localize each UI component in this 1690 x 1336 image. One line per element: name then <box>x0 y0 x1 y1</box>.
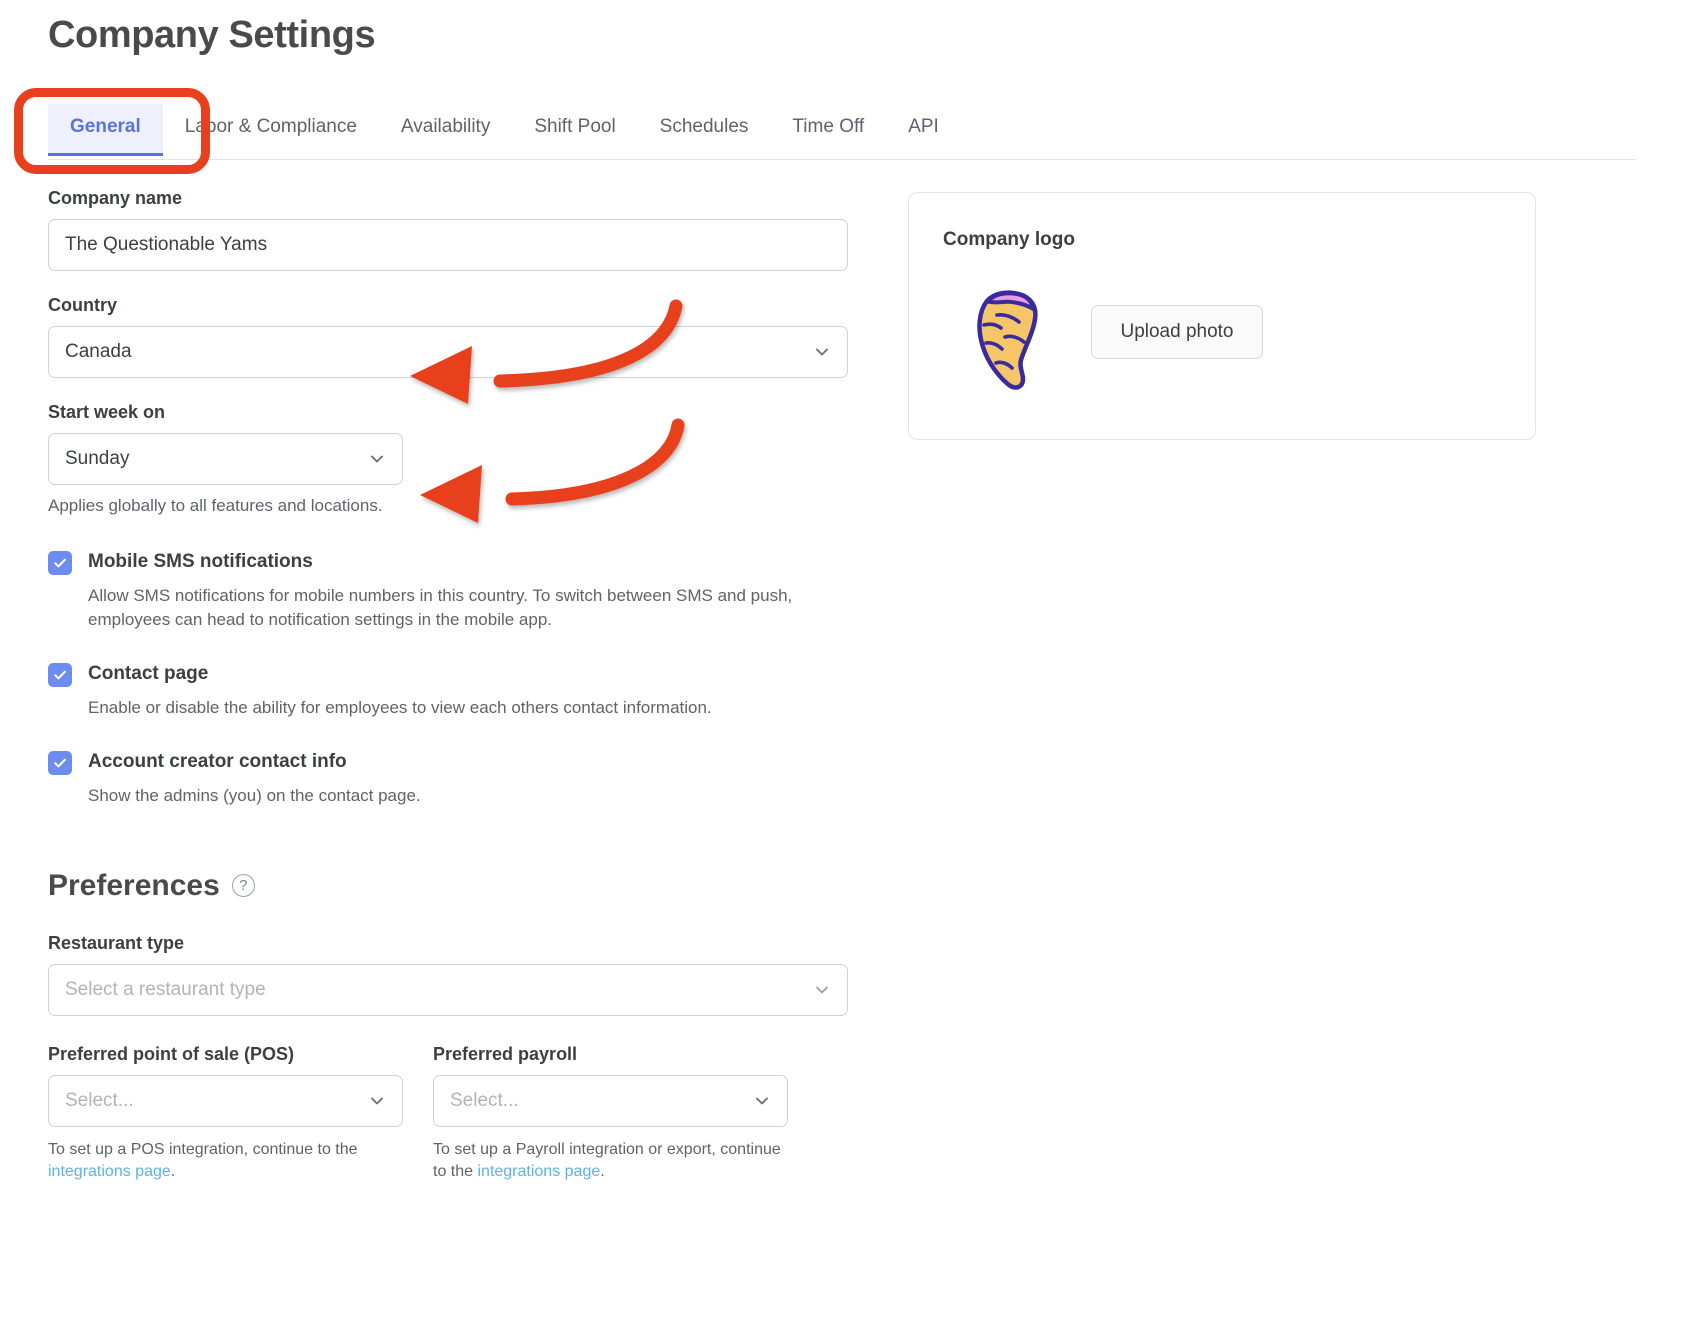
pos-help-text-before: To set up a POS integration, continue to… <box>48 1140 358 1158</box>
company-logo-card: Company logo Upload photo <box>908 192 1536 440</box>
payroll-label: Preferred payroll <box>433 1043 578 1064</box>
start-week-helper-text: Applies globally to all features and loc… <box>48 496 383 515</box>
country-select[interactable]: Canada <box>48 326 848 378</box>
tab-availability[interactable]: Availability <box>379 104 512 156</box>
chevron-down-icon <box>813 343 831 361</box>
country-value: Canada <box>65 341 132 362</box>
upload-photo-button[interactable]: Upload photo <box>1091 305 1263 359</box>
pos-integrations-link[interactable]: integrations page <box>48 1163 171 1180</box>
tab-general[interactable]: General <box>48 104 163 156</box>
label-account-creator-contact-info: Account creator contact info <box>88 751 347 773</box>
setting-account-creator-contact-info: Account creator contact info Show the ad… <box>48 750 848 808</box>
setting-contact-page: Contact page Enable or disable the abili… <box>48 662 848 720</box>
restaurant-type-placeholder: Select a restaurant type <box>65 978 266 1000</box>
chevron-down-icon <box>368 450 386 468</box>
company-name-label: Company name <box>48 188 183 208</box>
tab-api[interactable]: API <box>886 104 961 156</box>
tab-labor-compliance[interactable]: Labor & Compliance <box>163 104 379 156</box>
description-mobile-sms-notifications: Allow SMS notifications for mobile numbe… <box>88 586 793 630</box>
checkbox-contact-page[interactable] <box>48 663 72 688</box>
checkbox-account-creator-contact-info[interactable] <box>48 751 72 776</box>
company-name-input[interactable]: The Questionable Yams <box>48 219 848 271</box>
payroll-help-text-after: . <box>600 1163 605 1181</box>
setting-mobile-sms-notifications: Mobile SMS notifications Allow SMS notif… <box>48 550 848 632</box>
payroll-help-text: To set up a Payroll integration or expor… <box>433 1139 788 1184</box>
start-week-select[interactable]: Sunday <box>48 433 403 485</box>
restaurant-type-select[interactable]: Select a restaurant type <box>48 963 848 1016</box>
tab-time-off[interactable]: Time Off <box>770 104 886 156</box>
preferences-title: Preferences <box>48 868 220 902</box>
preferences-header: Preferences ? <box>48 869 848 903</box>
pos-select[interactable]: Select... <box>48 1074 403 1127</box>
pos-help-text: To set up a POS integration, continue to… <box>48 1139 403 1184</box>
integration-preferences-row: Preferred point of sale (POS) Select... … <box>48 1044 848 1184</box>
pos-label: Preferred point of sale (POS) <box>48 1043 295 1064</box>
payroll-select[interactable]: Select... <box>433 1074 788 1127</box>
restaurant-type-label: Restaurant type <box>48 932 185 953</box>
pos-placeholder: Select... <box>65 1089 134 1111</box>
country-label: Country <box>48 295 117 315</box>
description-contact-page: Enable or disable the ability for employ… <box>88 698 712 718</box>
chevron-down-icon <box>813 981 831 999</box>
page-title: Company Settings <box>48 14 376 56</box>
pos-help-text-after: . <box>170 1163 176 1181</box>
tab-schedules[interactable]: Schedules <box>638 104 771 156</box>
chevron-down-icon <box>368 1092 386 1110</box>
label-mobile-sms-notifications: Mobile SMS notifications <box>88 551 313 572</box>
yam-sweet-potato-icon <box>961 281 1057 391</box>
settings-tabs: General Labor & Compliance Availability … <box>48 104 1636 160</box>
start-week-label: Start week on <box>48 402 166 422</box>
tab-shift-pool[interactable]: Shift Pool <box>512 104 637 156</box>
toggles-group: Mobile SMS notifications Allow SMS notif… <box>48 550 848 809</box>
start-week-value: Sunday <box>65 448 130 469</box>
general-settings-form: Company name The Questionable Yams Count… <box>48 188 848 1184</box>
question-mark-icon[interactable]: ? <box>231 874 255 897</box>
description-account-creator-contact-info: Show the admins (you) on the contact pag… <box>88 786 421 806</box>
pos-preference-column: Preferred point of sale (POS) Select... … <box>48 1044 403 1184</box>
checkbox-mobile-sms-notifications[interactable] <box>48 551 72 575</box>
company-logo-label: Company logo <box>943 229 1075 250</box>
chevron-down-icon <box>753 1092 771 1110</box>
payroll-integrations-link[interactable]: integrations page <box>477 1163 600 1180</box>
label-contact-page: Contact page <box>88 663 209 685</box>
payroll-placeholder: Select... <box>450 1089 519 1111</box>
payroll-preference-column: Preferred payroll Select... To set up a … <box>433 1044 788 1184</box>
